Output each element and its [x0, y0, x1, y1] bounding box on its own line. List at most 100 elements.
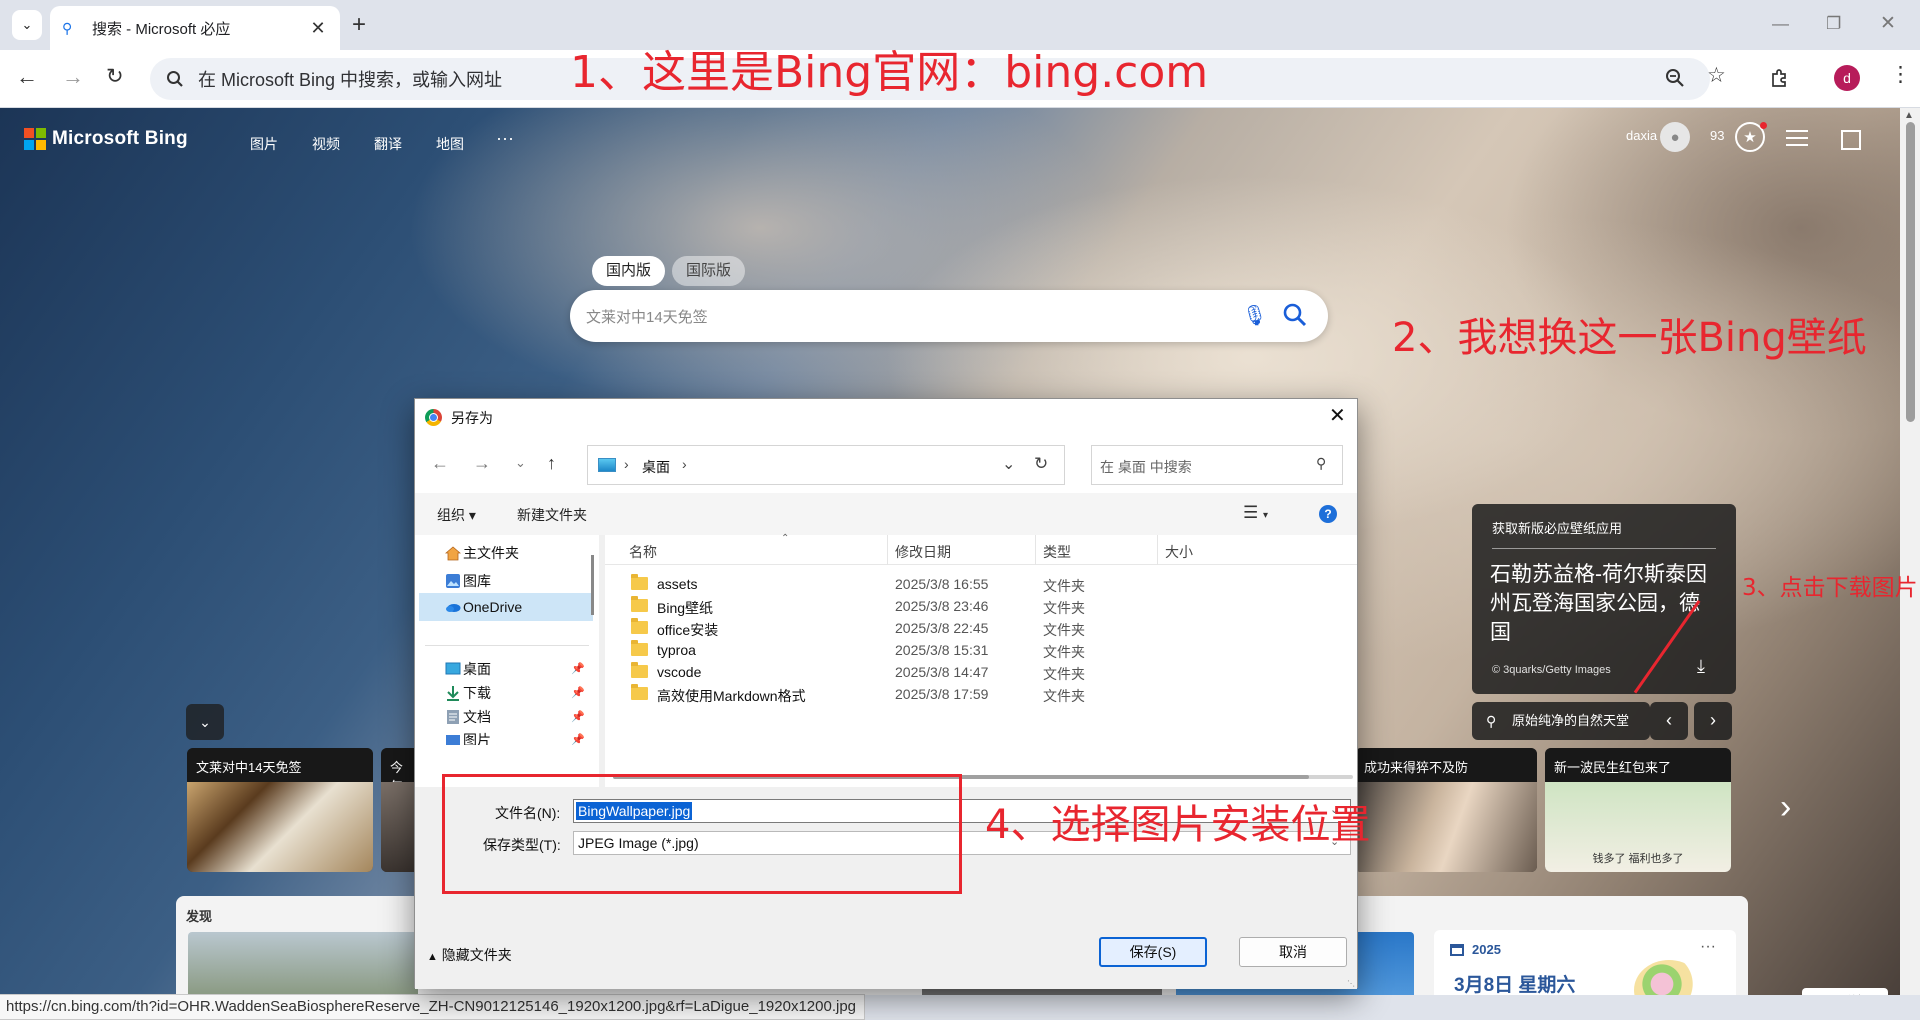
close-tab-icon[interactable]: ✕	[308, 18, 328, 39]
close-icon[interactable]: ✕	[1329, 403, 1346, 428]
more-menu-icon[interactable]: ⋮	[1890, 64, 1911, 86]
chevron-right-icon[interactable]: ›	[624, 456, 629, 472]
news-card[interactable]: 新一波民生红包来了 钱多了 福利也多了	[1545, 748, 1731, 872]
column-separator[interactable]	[1157, 535, 1158, 565]
feedback-button[interactable]: ✉ 反馈	[1802, 988, 1888, 995]
dialog-footer: ▲ 隐藏文件夹 保存(S) 取消 ⋱	[415, 907, 1357, 989]
user-name[interactable]: daxia	[1626, 128, 1657, 143]
file-name: assets	[657, 576, 698, 592]
chevron-down-icon[interactable]: ⌄	[1002, 454, 1015, 474]
dialog-search-input[interactable]: 在 桌面 中搜索 ⚲	[1091, 445, 1343, 485]
file-modified: 2025/3/8 23:46	[895, 598, 989, 614]
file-name: vscode	[657, 664, 702, 680]
column-separator[interactable]	[887, 535, 888, 565]
file-row[interactable]: vscode 2025/3/8 14:47 文件夹	[605, 661, 1357, 683]
close-window-icon[interactable]: ✕	[1880, 12, 1896, 35]
file-row[interactable]: office安装 2025/3/8 22:45 文件夹	[605, 617, 1357, 639]
reload-icon[interactable]: ↻	[106, 65, 124, 89]
rewards-points[interactable]: 93	[1710, 128, 1724, 143]
resize-grip-icon[interactable]: ⋱	[1347, 979, 1355, 988]
folder-icon	[631, 684, 648, 700]
forward-icon[interactable]: →	[473, 453, 491, 474]
column-type[interactable]: 类型	[1043, 542, 1071, 562]
calendar-card[interactable]: 2025 ··· 3月8日 星期六	[1434, 930, 1736, 995]
bing-search-box[interactable]: 文莱对中14天免签 🎙	[570, 290, 1328, 342]
new-folder-button[interactable]: 新建文件夹	[517, 505, 587, 525]
bookmark-star-icon[interactable]: ☆	[1707, 65, 1726, 87]
organize-button[interactable]: 组织 ▾	[437, 505, 476, 525]
file-row[interactable]: assets 2025/3/8 16:55 文件夹	[605, 573, 1357, 595]
profile-avatar[interactable]: d	[1834, 65, 1860, 91]
calendar-more[interactable]: ···	[1700, 938, 1716, 956]
hide-folders-toggle[interactable]: ▲ 隐藏文件夹	[427, 945, 512, 965]
scope-international-tab[interactable]: 国际版	[672, 256, 746, 286]
column-name[interactable]: 名称	[629, 542, 657, 562]
carousel-next-icon[interactable]: ›	[1780, 788, 1791, 827]
nav-maps[interactable]: 地图	[436, 134, 464, 154]
recent-locations-icon[interactable]: ⌄	[515, 455, 526, 471]
bing-logo[interactable]: Microsoft Bing	[24, 128, 188, 150]
dialog-title: 另存为	[451, 410, 493, 426]
up-folder-icon[interactable]: ↑	[547, 453, 556, 474]
extensions-icon[interactable]	[1770, 68, 1790, 93]
help-icon[interactable]: ?	[1319, 505, 1337, 523]
file-row[interactable]: Bing壁纸 2025/3/8 23:46 文件夹	[605, 595, 1357, 617]
discover-image[interactable]	[188, 932, 418, 995]
nav-gallery[interactable]: 图库	[419, 567, 593, 595]
news-card[interactable]: 文莱对中14天免签	[187, 748, 373, 872]
nav-videos[interactable]: 视频	[312, 134, 340, 154]
nav-pane-scrollbar[interactable]	[591, 555, 594, 615]
news-image	[187, 782, 373, 872]
column-modified[interactable]: 修改日期	[895, 542, 951, 562]
qr-code-icon[interactable]	[1841, 130, 1861, 150]
download-icon	[447, 686, 459, 701]
refresh-icon[interactable]: ↻	[1034, 454, 1048, 474]
search-icon[interactable]	[1282, 302, 1308, 333]
nav-pictures[interactable]: 图片 📌	[419, 727, 593, 745]
save-button[interactable]: 保存(S)	[1099, 937, 1207, 967]
nav-translate[interactable]: 翻译	[374, 134, 402, 154]
forward-icon[interactable]: →	[62, 65, 84, 89]
next-wallpaper-button[interactable]: ›	[1694, 702, 1732, 740]
notification-dot	[1760, 122, 1767, 129]
microphone-icon[interactable]: 🎙	[1242, 303, 1267, 328]
collapse-feed-button[interactable]: ⌄	[186, 704, 224, 740]
prev-wallpaper-button[interactable]: ‹	[1650, 702, 1688, 740]
file-type: 文件夹	[1043, 688, 1085, 704]
download-icon[interactable]: ⤓	[1697, 656, 1705, 677]
nav-more[interactable]: ···	[496, 128, 514, 149]
search-icon	[164, 68, 186, 90]
file-row[interactable]: 高效使用Markdown格式 2025/3/8 17:59 文件夹	[605, 683, 1357, 705]
column-separator[interactable]	[1035, 535, 1036, 565]
page-scrollbar[interactable]: ▲	[1900, 108, 1920, 995]
column-size[interactable]: 大小	[1165, 542, 1193, 562]
file-modified: 2025/3/8 15:31	[895, 642, 989, 658]
location-pill[interactable]: ⚲ 原始纯净的自然天堂	[1472, 702, 1650, 740]
minimize-icon[interactable]: —	[1772, 14, 1789, 34]
scrollbar-thumb[interactable]	[1906, 122, 1915, 422]
new-tab-button[interactable]: +	[352, 12, 366, 38]
maximize-icon[interactable]: ❐	[1826, 14, 1841, 34]
dialog-breadcrumb-bar[interactable]: › 桌面 › ⌄ ↻	[587, 445, 1065, 485]
hamburger-menu-icon[interactable]	[1786, 130, 1808, 151]
back-icon[interactable]: ←	[16, 65, 38, 89]
wallpaper-app-link[interactable]: 获取新版必应壁纸应用	[1492, 518, 1622, 537]
chevron-right-icon[interactable]: ›	[682, 456, 687, 472]
scroll-up-icon[interactable]: ▲	[1904, 110, 1914, 121]
nav-home[interactable]: 主文件夹	[419, 539, 593, 567]
scope-domestic-tab[interactable]: 国内版	[592, 256, 666, 286]
user-avatar-icon[interactable]: ●	[1660, 122, 1690, 152]
zoom-icon[interactable]	[1665, 68, 1685, 93]
folder-icon	[631, 618, 648, 634]
nav-images[interactable]: 图片	[250, 134, 278, 154]
view-options-icon[interactable]: ☰ ▾	[1243, 503, 1268, 523]
file-row[interactable]: typroa 2025/3/8 15:31 文件夹	[605, 639, 1357, 661]
news-card[interactable]: 成功来得猝不及防	[1355, 748, 1537, 872]
back-icon[interactable]: ←	[431, 453, 449, 474]
feedback-label: 反馈	[1840, 994, 1864, 995]
breadcrumb-desktop[interactable]: 桌面	[642, 457, 670, 477]
nav-onedrive[interactable]: OneDrive	[419, 593, 593, 621]
browser-tab[interactable]: ⚲ 搜索 - Microsoft 必应 ✕	[50, 6, 340, 50]
tab-search-menu-button[interactable]: ⌄	[12, 10, 42, 40]
cancel-button[interactable]: 取消	[1239, 937, 1347, 967]
